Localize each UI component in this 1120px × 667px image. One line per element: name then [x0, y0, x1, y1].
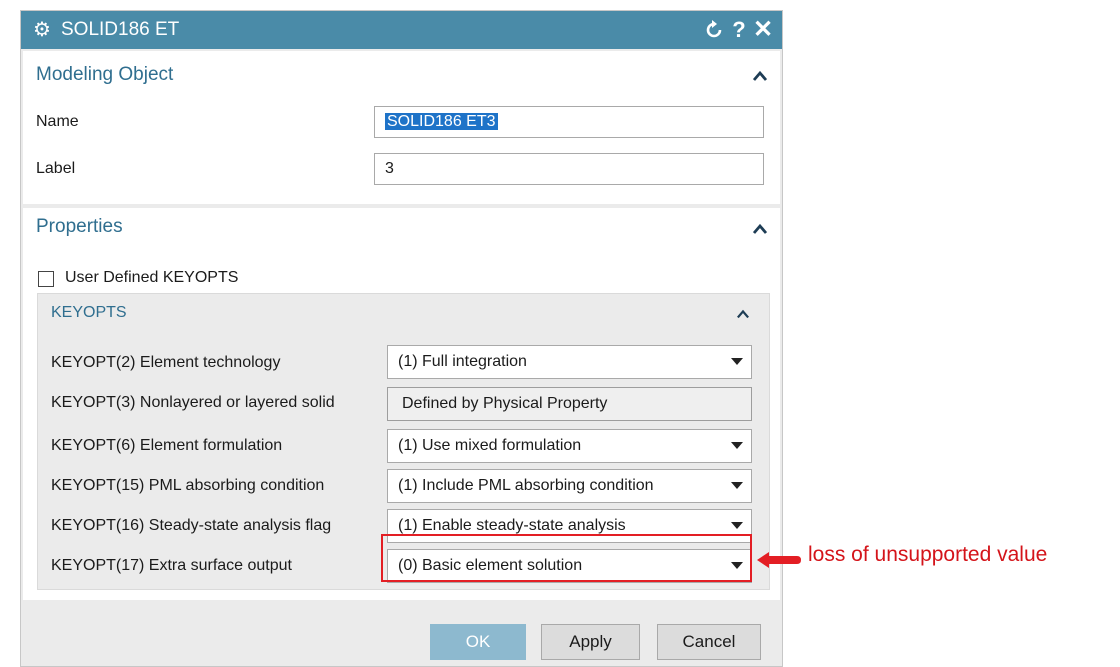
label-field-value: 3: [385, 160, 394, 177]
close-button[interactable]: ✕: [750, 11, 776, 49]
keyopt-dropdown[interactable]: (1) Full integration: [387, 345, 752, 379]
keyopt-label: KEYOPT(16) Steady-state analysis flag: [51, 517, 332, 534]
highlight-box: [381, 534, 752, 582]
modeling-object-section: Modeling Object Name SOLID186 ET3 Label …: [23, 51, 780, 204]
collapse-chevron-icon[interactable]: [751, 222, 769, 236]
collapse-chevron-icon[interactable]: [735, 308, 751, 320]
modeling-object-heading: Modeling Object: [36, 64, 174, 85]
keyopt-dropdown[interactable]: (1) Include PML absorbing condition: [387, 469, 752, 503]
name-label: Name: [36, 113, 79, 130]
keyopt-label: KEYOPT(2) Element technology: [51, 354, 281, 371]
chevron-down-icon: [731, 522, 743, 529]
keyopt-readonly-field: Defined by Physical Property: [387, 387, 752, 421]
name-field-value: SOLID186 ET3: [385, 113, 498, 130]
chevron-down-icon: [731, 442, 743, 449]
keyopt-label: KEYOPT(6) Element formulation: [51, 437, 283, 454]
keyopt-label: KEYOPT(15) PML absorbing condition: [51, 477, 325, 494]
keyopts-heading: KEYOPTS: [51, 304, 127, 321]
gear-icon: ⚙: [33, 19, 51, 41]
chevron-down-icon: [731, 358, 743, 365]
collapse-chevron-icon[interactable]: [751, 69, 769, 83]
reset-icon[interactable]: [701, 11, 727, 49]
title-bar: ⚙ SOLID186 ET ? ✕: [21, 11, 782, 49]
annotation-text: loss of unsupported value: [808, 543, 1048, 566]
name-field[interactable]: SOLID186 ET3: [374, 106, 764, 138]
help-button[interactable]: ?: [726, 11, 752, 49]
ok-button[interactable]: OK: [430, 624, 526, 660]
user-defined-keyopts-checkbox[interactable]: [38, 271, 54, 287]
chevron-down-icon: [731, 482, 743, 489]
arrow-left-icon: [757, 552, 801, 568]
keyopt-value: (1) Full integration: [398, 353, 527, 370]
properties-heading: Properties: [36, 216, 123, 237]
label-label: Label: [36, 160, 76, 177]
keyopt-value: (1) Enable steady-state analysis: [398, 517, 626, 534]
user-defined-keyopts-label: User Defined KEYOPTS: [65, 269, 239, 286]
keyopt-value: Defined by Physical Property: [402, 395, 608, 412]
label-field[interactable]: 3: [374, 153, 764, 185]
keyopt-label: KEYOPT(17) Extra surface output: [51, 557, 292, 574]
cancel-button[interactable]: Cancel: [657, 624, 761, 660]
apply-button[interactable]: Apply: [541, 624, 640, 660]
dialog-title: SOLID186 ET: [61, 19, 180, 40]
keyopt-label: KEYOPT(3) Nonlayered or layered solid: [51, 394, 335, 411]
keyopt-dropdown[interactable]: (1) Use mixed formulation: [387, 429, 752, 463]
keyopt-value: (1) Use mixed formulation: [398, 437, 582, 454]
keyopt-value: (1) Include PML absorbing condition: [398, 477, 654, 494]
